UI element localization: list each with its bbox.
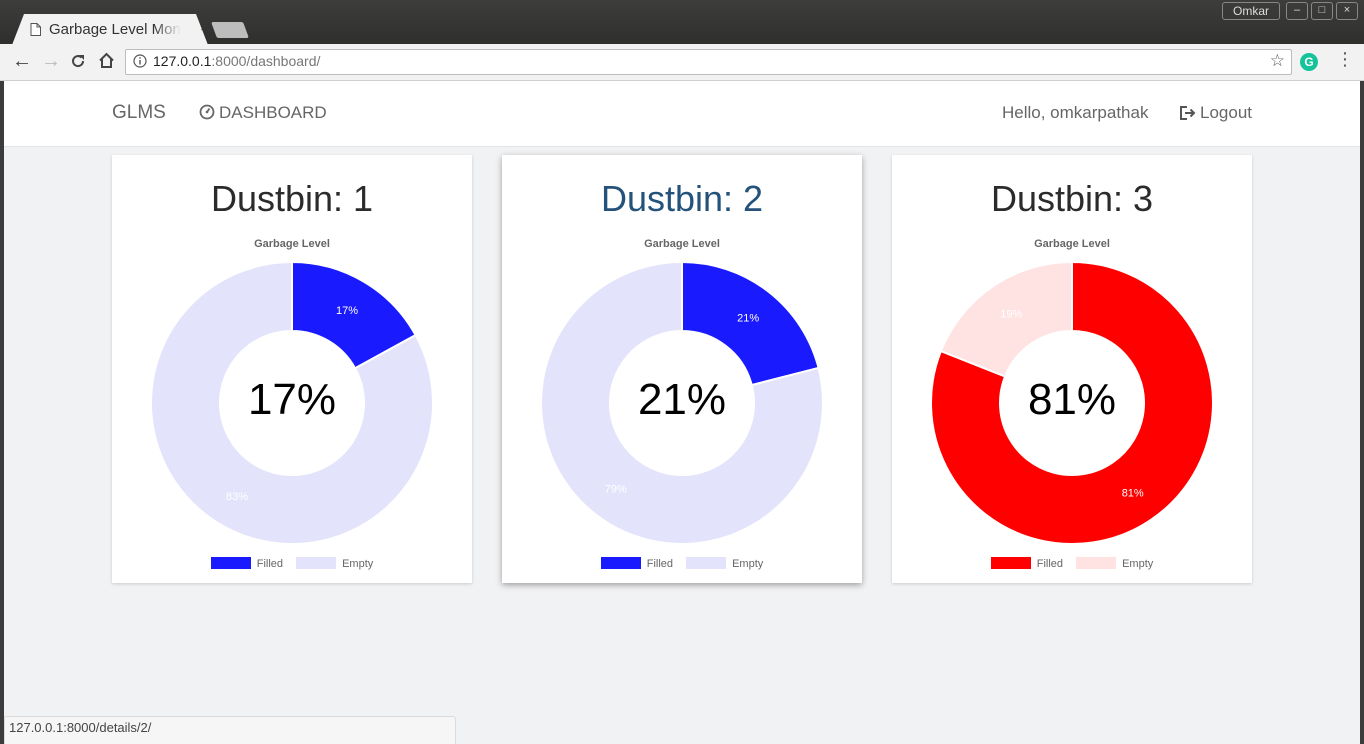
tab-title: Garbage Level Monitoring System bbox=[49, 21, 181, 38]
chart-legend: Filled Empty bbox=[892, 557, 1252, 570]
url-host: 127.0.0.1 bbox=[153, 53, 212, 69]
maximize-button[interactable]: □ bbox=[1311, 2, 1333, 20]
legend-swatch-empty bbox=[686, 557, 727, 569]
browser-toolbar: ← → 127.0.0.1:8000/dashboard/ ☆ G ⋮ bbox=[0, 44, 1364, 81]
tab-close-icon[interactable]: × bbox=[200, 19, 208, 36]
home-icon[interactable] bbox=[98, 52, 115, 69]
legend-swatch-filled bbox=[600, 557, 641, 569]
forward-arrow-icon[interactable]: → bbox=[41, 50, 61, 72]
address-bar[interactable]: 127.0.0.1:8000/dashboard/ ☆ bbox=[125, 49, 1292, 75]
legend-swatch-empty bbox=[296, 557, 337, 569]
logout-label: Logout bbox=[1200, 103, 1252, 122]
legend-item-filled[interactable]: Filled bbox=[210, 557, 284, 570]
info-icon[interactable] bbox=[133, 54, 147, 68]
dustbin-card-3[interactable]: Dustbin: 3 Garbage Level 81% 19% 81% Fill… bbox=[892, 155, 1252, 583]
legend-label: Filled bbox=[256, 558, 284, 570]
slice-label-empty: 79% bbox=[605, 483, 627, 495]
top-navbar: GLMS DASHBOARD Hello, omkarpathak Logout bbox=[4, 81, 1360, 147]
slice-label-empty: 19% bbox=[1000, 309, 1022, 321]
dustbin-card-1[interactable]: Dustbin: 1 Garbage Level 17% 83% 17% Fill… bbox=[112, 155, 472, 583]
back-arrow-icon[interactable]: ← bbox=[12, 50, 32, 72]
legend-item-empty[interactable]: Empty bbox=[1076, 557, 1153, 570]
legend-label: Filled bbox=[1036, 558, 1064, 570]
menu-icon[interactable]: ⋮ bbox=[1336, 49, 1354, 70]
minimize-button[interactable]: – bbox=[1286, 2, 1308, 20]
legend-item-filled[interactable]: Filled bbox=[600, 557, 674, 570]
center-percentage: 81% bbox=[1027, 375, 1117, 424]
center-percentage: 21% bbox=[637, 375, 727, 424]
legend-label: Empty bbox=[1122, 558, 1154, 570]
center-percentage: 17% bbox=[247, 375, 337, 424]
card-title[interactable]: Dustbin: 2 bbox=[502, 178, 862, 220]
profile-button[interactable]: Omkar bbox=[1222, 2, 1280, 20]
logout-icon bbox=[1180, 106, 1196, 120]
dashboard-gauge-icon bbox=[199, 104, 215, 120]
browser-titlebar: Garbage Level Monitoring System × Omkar … bbox=[0, 0, 1364, 45]
chart-title: Garbage Level bbox=[644, 238, 720, 250]
page-viewport: GLMS DASHBOARD Hello, omkarpathak Logout… bbox=[4, 81, 1360, 744]
legend-swatch-empty bbox=[1076, 557, 1117, 569]
dustbin-card-2[interactable]: Dustbin: 2 Garbage Level 21% 79% 21% Fill… bbox=[502, 155, 862, 583]
greeting-text: Hello, omkarpathak bbox=[1002, 103, 1149, 122]
status-url: 127.0.0.1:8000/details/2/ bbox=[9, 720, 152, 735]
card-title[interactable]: Dustbin: 3 bbox=[892, 178, 1252, 220]
browser-tab[interactable]: Garbage Level Monitoring System × bbox=[12, 14, 208, 45]
url-text: 127.0.0.1:8000/dashboard/ bbox=[153, 53, 320, 69]
slice-label-empty: 83% bbox=[226, 491, 248, 503]
legend-item-empty[interactable]: Empty bbox=[686, 557, 763, 570]
logout-link[interactable]: Logout bbox=[1179, 103, 1252, 123]
slice-label-filled: 81% bbox=[1122, 487, 1144, 499]
chart-title: Garbage Level bbox=[1034, 238, 1110, 250]
legend-item-empty[interactable]: Empty bbox=[296, 557, 373, 570]
chart-title: Garbage Level bbox=[254, 238, 330, 250]
legend-label: Empty bbox=[342, 558, 374, 570]
chart-legend: Filled Empty bbox=[112, 557, 472, 570]
new-tab-button[interactable] bbox=[211, 22, 249, 38]
link-status-bar: 127.0.0.1:8000/details/2/ bbox=[4, 716, 456, 744]
url-path: :8000/dashboard/ bbox=[211, 53, 321, 69]
dashboard-link[interactable]: DASHBOARD bbox=[199, 103, 327, 123]
grammarly-extension-icon[interactable]: G bbox=[1300, 53, 1318, 71]
close-window-button[interactable]: × bbox=[1336, 2, 1358, 20]
reload-icon[interactable] bbox=[70, 53, 86, 69]
legend-label: Filled bbox=[646, 558, 674, 570]
card-title[interactable]: Dustbin: 1 bbox=[112, 178, 472, 220]
legend-swatch-filled bbox=[210, 557, 251, 569]
brand-link[interactable]: GLMS bbox=[112, 102, 166, 124]
legend-item-filled[interactable]: Filled bbox=[990, 557, 1064, 570]
legend-label: Empty bbox=[732, 558, 764, 570]
slice-label-filled: 21% bbox=[737, 313, 759, 325]
slice-label-filled: 17% bbox=[336, 305, 358, 317]
page-icon bbox=[30, 23, 41, 36]
chart-legend: Filled Empty bbox=[502, 557, 862, 570]
dashboard-label: DASHBOARD bbox=[219, 103, 327, 122]
bookmark-star-icon[interactable]: ☆ bbox=[1270, 51, 1285, 71]
legend-swatch-filled bbox=[990, 557, 1031, 569]
